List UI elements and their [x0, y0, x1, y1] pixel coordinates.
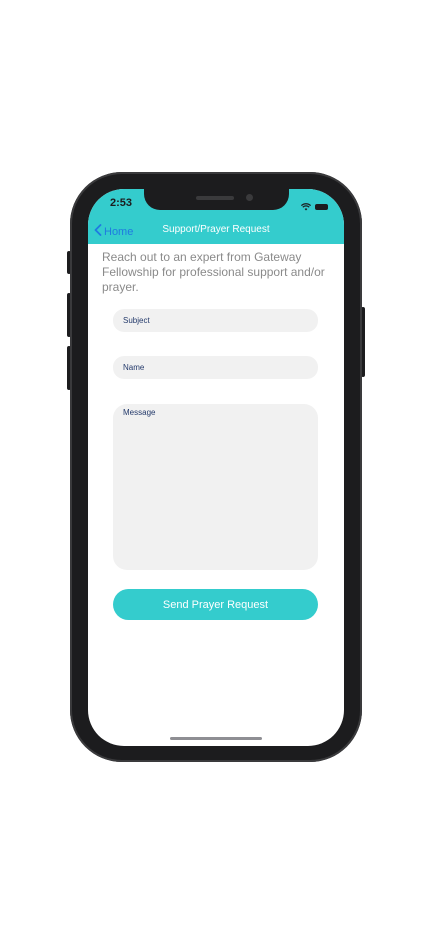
app-screen: 2:53 Home Support/Prayer Request Reach o… — [88, 189, 344, 746]
nav-header: 2:53 Home Support/Prayer Request — [88, 189, 344, 244]
subject-field[interactable] — [113, 309, 318, 332]
status-time: 2:53 — [110, 197, 133, 209]
send-prayer-request-button[interactable]: Send Prayer Request — [113, 589, 318, 620]
name-field[interactable] — [113, 356, 318, 379]
message-field[interactable] — [113, 404, 318, 570]
home-indicator[interactable] — [170, 737, 262, 740]
battery-icon — [315, 204, 328, 210]
intro-text: Reach out to an expert from Gateway Fell… — [102, 250, 325, 294]
device-preview: 2:53 Home Support/Prayer Request Reach o… — [0, 0, 432, 935]
wifi-icon — [300, 198, 312, 216]
page-title: Support/Prayer Request — [162, 224, 270, 235]
status-icons — [300, 198, 328, 216]
front-camera — [246, 194, 253, 201]
speaker-grille — [196, 196, 234, 200]
